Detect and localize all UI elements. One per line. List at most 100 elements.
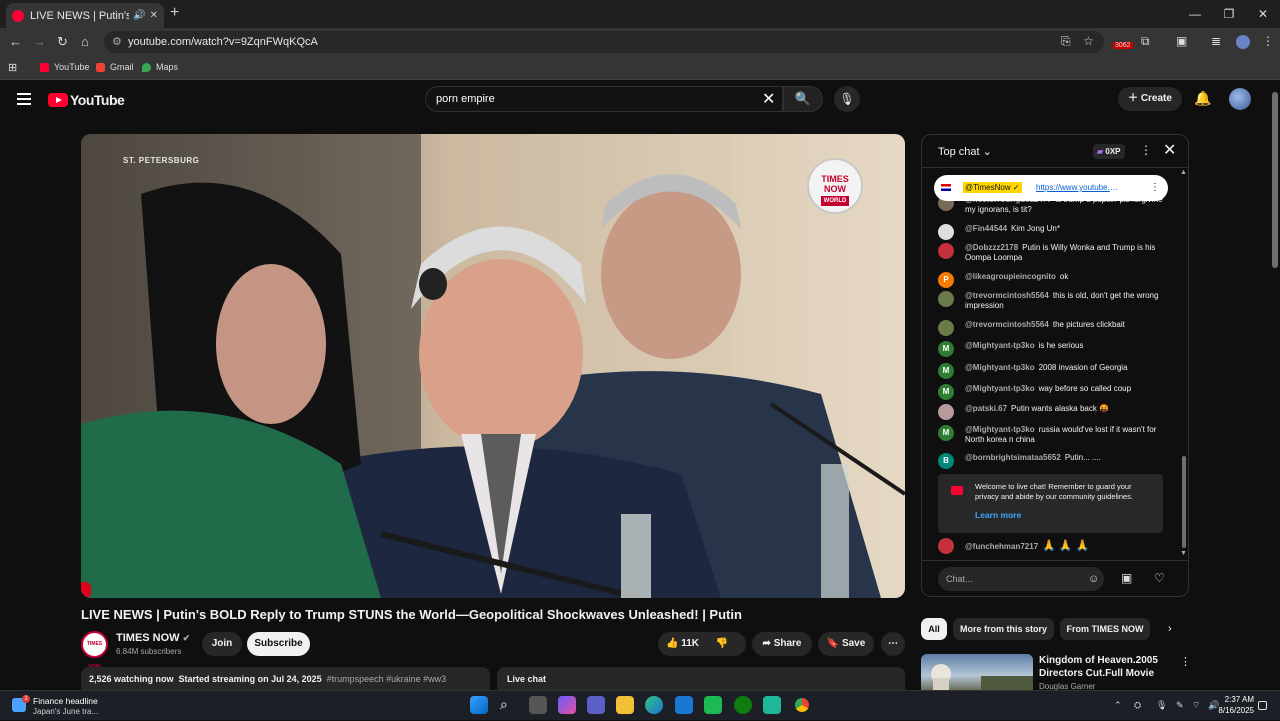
- voice-search-button[interactable]: 🎙: [834, 86, 860, 112]
- hamburger-menu-icon[interactable]: [17, 93, 31, 105]
- search-button[interactable]: 🔍: [783, 86, 823, 112]
- recommended-title[interactable]: Kingdom of Heaven.2005 Directors Cut.Ful…: [1039, 654, 1159, 680]
- chrome-icon[interactable]: [793, 696, 811, 714]
- chat-more-icon[interactable]: ⋮: [1140, 143, 1152, 157]
- maximize-icon[interactable]: ❐: [1212, 0, 1246, 28]
- chat-message[interactable]: @trevormcintosh5564 this is old, don't ge…: [938, 291, 1164, 311]
- chat-author[interactable]: @Mightyant-tp3ko: [965, 341, 1035, 350]
- chat-author[interactable]: @Dobzzz2178: [965, 243, 1018, 252]
- chat-author[interactable]: @Mightyant-tp3ko: [965, 384, 1035, 393]
- app-icon[interactable]: [763, 696, 781, 714]
- join-button[interactable]: Join: [202, 632, 242, 656]
- bookmark-gmail[interactable]: Gmail: [96, 62, 134, 72]
- chat-author[interactable]: @Mightyant-tp3ko: [965, 425, 1035, 434]
- recommended-thumbnail[interactable]: [921, 654, 1033, 690]
- close-chat-icon[interactable]: ✕: [1163, 140, 1176, 160]
- create-button[interactable]: ＋ Create: [1118, 87, 1182, 111]
- chat-author[interactable]: @Mightyant-tp3ko: [965, 363, 1035, 372]
- search-taskbar-icon[interactable]: ⌕: [500, 696, 518, 714]
- bookmark-star-icon[interactable]: ☆: [1083, 34, 1094, 48]
- tray-mic-icon[interactable]: 🎙: [1156, 700, 1167, 711]
- bookmark-maps[interactable]: Maps: [142, 62, 178, 72]
- teams-icon[interactable]: [587, 696, 605, 714]
- xp-badge[interactable]: ▰ 0XP: [1093, 144, 1125, 159]
- chat-author[interactable]: @bornbrightsimataa5652: [965, 453, 1061, 462]
- share-button[interactable]: ➦ Share: [752, 632, 812, 656]
- recommended-more-icon[interactable]: ⋮: [1180, 655, 1191, 668]
- chip-from-channel[interactable]: From TIMES NOW: [1060, 618, 1150, 640]
- edge-icon[interactable]: [645, 696, 663, 714]
- chat-author[interactable]: @trevormcintosh5564: [965, 320, 1049, 329]
- copilot-icon[interactable]: [558, 696, 576, 714]
- pinned-message[interactable]: @TimesNow ✓ https://www.youtube.com/ ⋮: [934, 175, 1168, 201]
- clock[interactable]: 2:37 AM 8/16/2025: [1210, 694, 1254, 716]
- chip-more-from-story[interactable]: More from this story: [953, 618, 1054, 640]
- search-input[interactable]: porn empire: [425, 86, 783, 112]
- chat-author[interactable]: @Fin44544: [965, 224, 1007, 233]
- emoji-icon[interactable]: ☺: [1088, 573, 1099, 585]
- chat-scrollbar[interactable]: [1182, 456, 1186, 548]
- extensions-icon[interactable]: ⧉: [1141, 34, 1150, 49]
- more-actions-button[interactable]: ⋯: [881, 632, 905, 656]
- notification-center-icon[interactable]: [1258, 701, 1267, 710]
- chat-message[interactable]: P @likeagroupieincognito ok: [938, 272, 1164, 288]
- bookmark-youtube[interactable]: YouTube: [40, 62, 89, 72]
- site-info-icon[interactable]: ⚙: [112, 31, 122, 53]
- browser-tab[interactable]: LIVE NEWS | Putin's BOLD R 🔊 ✕: [6, 3, 164, 28]
- chat-scroll-up-icon[interactable]: ▲: [1180, 169, 1187, 176]
- save-button[interactable]: 🔖 Save: [818, 632, 874, 656]
- chat-message[interactable]: M @Mightyant-tp3ko 2008 invasion of Georgi…: [938, 363, 1164, 379]
- dislike-button[interactable]: 👎: [716, 638, 728, 649]
- back-icon[interactable]: ←: [9, 34, 22, 49]
- chevron-right-icon[interactable]: ›: [1168, 623, 1172, 635]
- install-app-icon[interactable]: ⎘: [1061, 34, 1071, 49]
- browser-menu-icon[interactable]: ⋮: [1262, 34, 1274, 48]
- minimize-icon[interactable]: —: [1178, 0, 1212, 28]
- chat-message[interactable]: M @Mightyant-tp3ko is he serious: [938, 341, 1164, 357]
- news-widget[interactable]: 1 Finance headline Japan's June tra...: [12, 693, 132, 719]
- extension-badge[interactable]: 3062: [1113, 42, 1133, 49]
- channel-name[interactable]: TIMES NOW ✔: [116, 632, 190, 644]
- reload-icon[interactable]: ↻: [57, 34, 68, 50]
- chat-message[interactable]: M @Mightyant-tp3ko russia would've lost if…: [938, 425, 1164, 445]
- address-bar[interactable]: ⚙ youtube.com/watch?v=9ZqnFWqKQcA: [104, 31, 1104, 53]
- like-button[interactable]: 👍 11K: [666, 638, 699, 649]
- chat-author[interactable]: @patski.67: [965, 404, 1007, 413]
- chat-message[interactable]: @funchehman7217 🙏 🙏 🙏: [938, 538, 1164, 554]
- profile-avatar-icon[interactable]: [1236, 35, 1250, 49]
- apps-grid-icon[interactable]: ⊞: [8, 61, 17, 74]
- chat-message[interactable]: M @Mightyant-tp3ko way before so called co…: [938, 384, 1164, 400]
- home-icon[interactable]: ⌂: [81, 34, 89, 49]
- kick-icon[interactable]: [704, 696, 722, 714]
- xbox-icon[interactable]: [734, 696, 752, 714]
- chip-all[interactable]: All: [921, 618, 947, 640]
- page-scrollbar[interactable]: [1272, 92, 1278, 268]
- tray-app-icon[interactable]: ⛭: [1134, 700, 1141, 711]
- tab-search-icon[interactable]: ▣: [1176, 34, 1187, 48]
- new-tab-button[interactable]: +: [170, 4, 179, 22]
- notifications-bell-icon[interactable]: 🔔: [1194, 90, 1211, 107]
- task-view-icon[interactable]: [529, 696, 547, 714]
- video-player[interactable]: ST. PETERSBURG TIMES NOW WORLD: [81, 134, 905, 598]
- chat-message[interactable]: @trevormcintosh5564 the pictures clickbai…: [938, 320, 1164, 336]
- wifi-icon[interactable]: ⌔: [1192, 700, 1200, 711]
- file-explorer-icon[interactable]: [616, 696, 634, 714]
- pinned-link[interactable]: https://www.youtube.com/: [1036, 183, 1120, 192]
- account-avatar[interactable]: [1229, 88, 1251, 110]
- mail-icon[interactable]: [675, 696, 693, 714]
- chat-input[interactable]: Chat...: [938, 567, 1104, 591]
- reading-list-icon[interactable]: ≣: [1211, 34, 1221, 48]
- forward-icon[interactable]: →: [33, 34, 46, 49]
- learn-more-link[interactable]: Learn more: [975, 510, 1021, 520]
- clear-search-icon[interactable]: ✕: [762, 89, 775, 109]
- chat-message[interactable]: @patski.67 Putin wants alaska back 🤬: [938, 404, 1164, 420]
- chat-message[interactable]: B @bornbrightsimataa5652 Putin... ....: [938, 453, 1164, 469]
- heart-icon[interactable]: ♡: [1154, 571, 1165, 585]
- live-chat-replay-bar[interactable]: Live chat: [497, 667, 905, 691]
- chat-message[interactable]: @Dobzzz2178 Putin is Willy Wonka and Trum…: [938, 243, 1164, 263]
- chat-mode-dropdown[interactable]: Top chat ⌄: [938, 145, 992, 158]
- speaker-icon[interactable]: 🔊: [133, 10, 145, 21]
- tray-pen-icon[interactable]: ✎: [1176, 700, 1184, 711]
- pinned-more-icon[interactable]: ⋮: [1150, 182, 1160, 193]
- chat-author[interactable]: @trevormcintosh5564: [965, 291, 1049, 300]
